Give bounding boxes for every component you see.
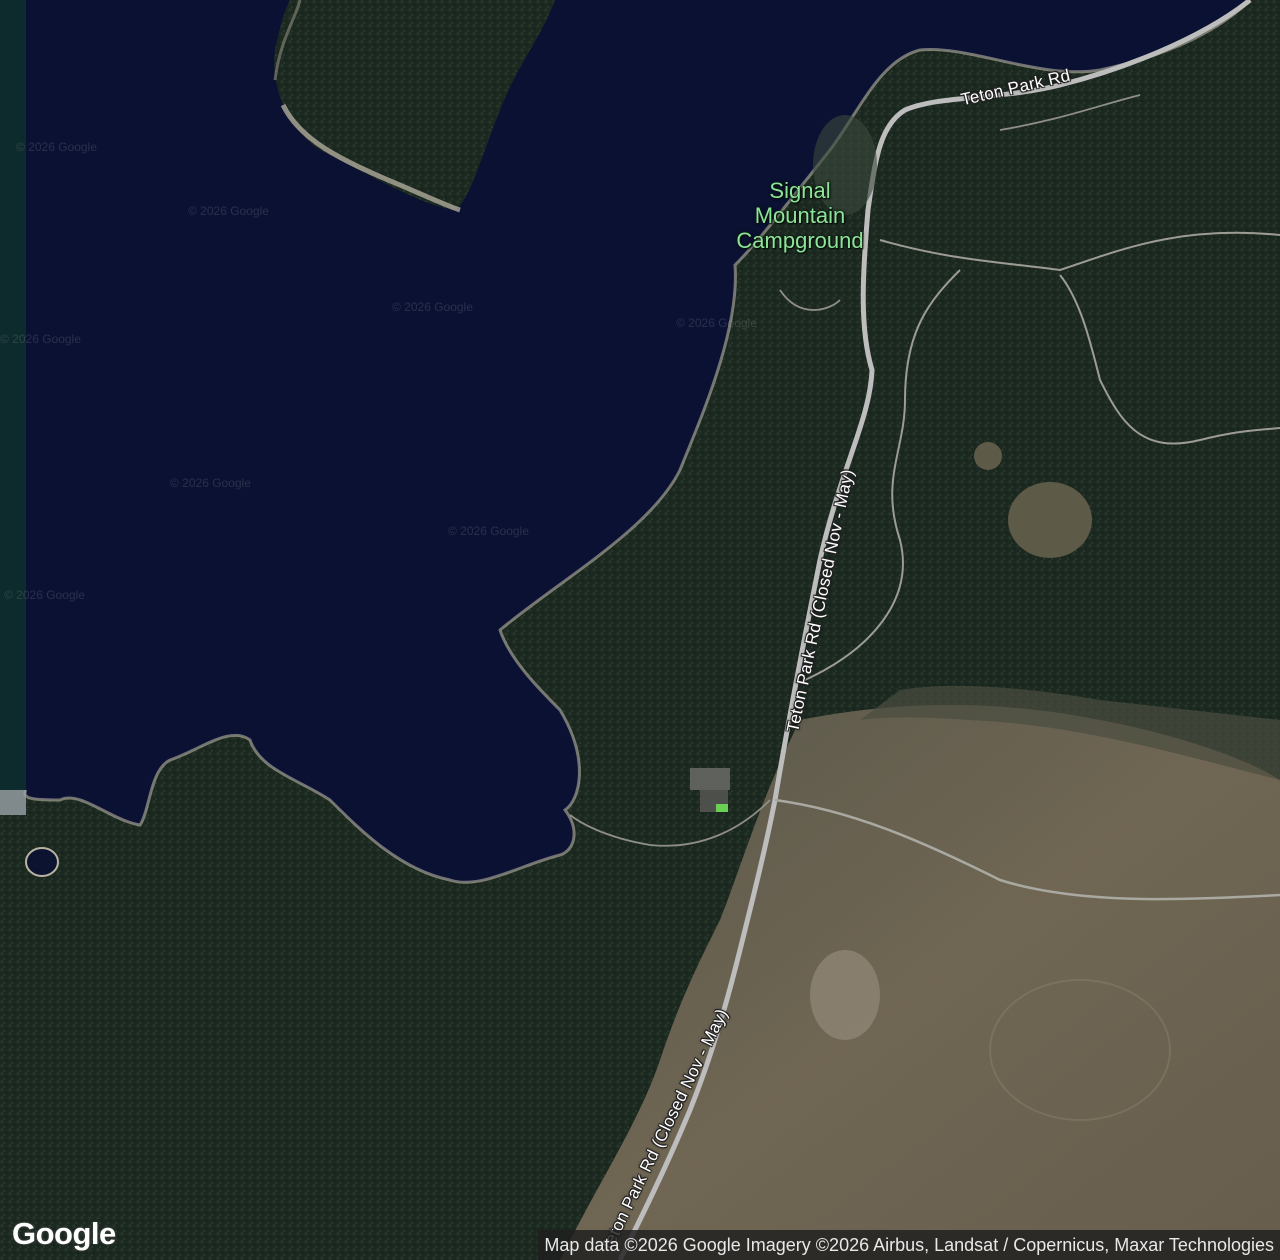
map-attribution[interactable]: Map data ©2026 Google Imagery ©2026 Airb… [538, 1230, 1280, 1260]
copyright-watermark: © 2026 Google [188, 204, 269, 218]
copyright-watermark: © 2026 Google [392, 300, 473, 314]
map-imagery [0, 0, 1280, 1260]
copyright-watermark: © 2026 Google [0, 332, 81, 346]
copyright-watermark: © 2026 Google [16, 140, 97, 154]
satellite-map[interactable]: © 2026 Google © 2026 Google © 2026 Googl… [0, 0, 1280, 1260]
campground-label-line-1: Signal [769, 178, 831, 203]
pond [25, 847, 59, 877]
copyright-watermark: © 2026 Google [676, 316, 757, 330]
google-logo[interactable]: Google [12, 1216, 116, 1252]
copyright-watermark: © 2026 Google [4, 588, 85, 602]
campground-label-line-2: Mountain [754, 203, 846, 228]
meadow-patch [974, 442, 1002, 470]
campground-label-line-3: Campground [736, 228, 864, 253]
meadow-patch [1008, 482, 1092, 558]
copyright-watermark: © 2026 Google [170, 476, 251, 490]
campground-label[interactable]: Signal Mountain Campground [712, 178, 888, 253]
copyright-watermark: © 2026 Google [448, 524, 529, 538]
